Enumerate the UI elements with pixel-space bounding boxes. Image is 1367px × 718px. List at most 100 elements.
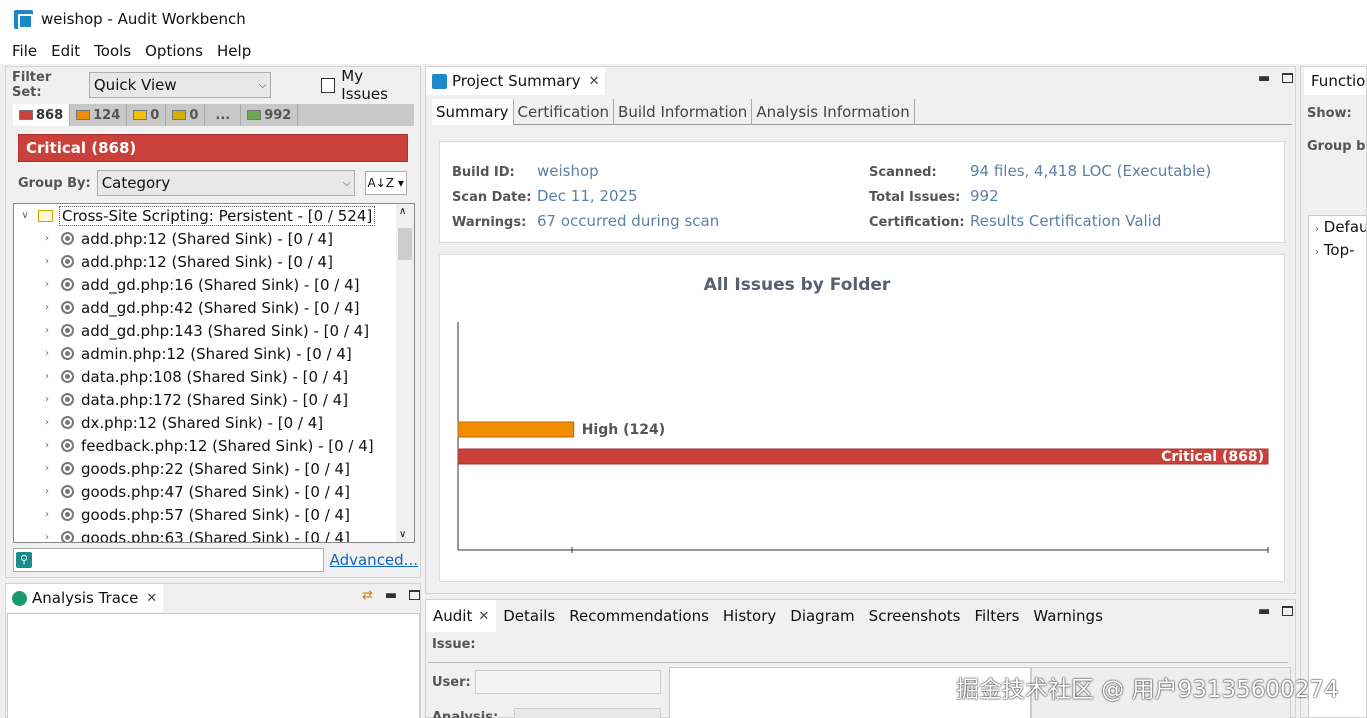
chevron-right-icon[interactable]: › (40, 302, 54, 313)
chevron-right-icon[interactable]: › (40, 256, 54, 267)
tree-issue-item[interactable]: › goods.php:63 (Shared Sink) - [0 / 4] (40, 526, 350, 543)
close-icon[interactable]: ✕ (478, 609, 489, 624)
filter-set-dropdown[interactable]: Quick View ⌵ (88, 72, 271, 98)
chevron-right-icon[interactable]: › (40, 394, 54, 405)
tree-issue-item[interactable]: › add_gd.php:143 (Shared Sink) - [0 / 4] (40, 319, 369, 342)
scan-date-value: Dec 11, 2025 (537, 187, 638, 205)
minimize-icon[interactable]: ▬ (1258, 71, 1270, 86)
tree-issue-label: goods.php:63 (Shared Sink) - [0 / 4] (81, 528, 350, 543)
tree-issue-item[interactable]: › dx.php:12 (Shared Sink) - [0 / 4] (40, 411, 323, 434)
menu-file[interactable]: File (12, 42, 37, 60)
tab-all[interactable]: 992 (241, 104, 299, 126)
chevron-right-icon[interactable]: › (40, 325, 54, 336)
functions-tree-item[interactable]: › Top- (1315, 241, 1355, 259)
functions-tree-item[interactable]: › Default (1315, 218, 1366, 236)
tree-issue-label: add_gd.php:16 (Shared Sink) - [0 / 4] (81, 275, 360, 294)
tree-scrollbar[interactable]: ∧ ∨ (396, 204, 414, 542)
tree-issue-item[interactable]: › data.php:172 (Shared Sink) - [0 / 4] (40, 388, 348, 411)
scroll-up-icon[interactable]: ∧ (399, 206, 406, 217)
tab-more[interactable]: ... (205, 104, 242, 126)
tab-warnings[interactable]: Warnings (1026, 600, 1110, 632)
tab-analysis-trace[interactable]: Analysis Trace ✕ (6, 584, 164, 612)
chevron-right-icon[interactable]: › (40, 233, 54, 244)
summary-subtabs: Summary Certification Build Information … (432, 99, 1292, 125)
close-icon[interactable]: ✕ (589, 74, 600, 89)
tree-issue-item[interactable]: › add.php:12 (Shared Sink) - [0 / 4] (40, 227, 333, 250)
tree-issue-label: add_gd.php:143 (Shared Sink) - [0 / 4] (81, 321, 370, 340)
chevron-right-icon[interactable]: › (40, 532, 54, 542)
group-by-dropdown[interactable]: Category ⌵ (96, 170, 355, 196)
search-input[interactable]: ⚲ (13, 548, 324, 572)
tab-history[interactable]: History (716, 600, 783, 632)
chevron-right-icon[interactable]: › (40, 440, 54, 451)
tree-issue-label: admin.php:12 (Shared Sink) - [0 / 4] (81, 344, 352, 363)
tree-issue-item[interactable]: › data.php:108 (Shared Sink) - [0 / 4] (40, 365, 348, 388)
warnings-value[interactable]: 67 occurred during scan (537, 212, 719, 230)
tree-issue-item[interactable]: › add_gd.php:16 (Shared Sink) - [0 / 4] (40, 273, 360, 296)
chevron-right-icon[interactable]: › (1315, 247, 1319, 258)
issue-icon (61, 531, 74, 542)
scroll-thumb[interactable] (398, 228, 412, 260)
scroll-down-icon[interactable]: ∨ (399, 529, 406, 540)
tab-diagram[interactable]: Diagram (783, 600, 861, 632)
minimize-icon[interactable]: ▬ (385, 588, 397, 603)
tab-medium-count: 0 (150, 107, 160, 123)
chevron-right-icon[interactable]: › (40, 486, 54, 497)
certification-value[interactable]: Results Certification Valid (970, 212, 1161, 230)
tab-summary[interactable]: Summary (432, 99, 514, 125)
menu-edit[interactable]: Edit (51, 42, 80, 60)
analysis-dropdown[interactable] (514, 708, 661, 718)
close-icon[interactable]: ✕ (146, 591, 157, 606)
chevron-right-icon[interactable]: › (40, 279, 54, 290)
tab-functions[interactable]: Functions (1304, 67, 1366, 95)
advanced-link[interactable]: Advanced... (330, 551, 418, 569)
tab-details[interactable]: Details (496, 600, 562, 632)
tab-recommendations[interactable]: Recommendations (562, 600, 716, 632)
tree-issue-item[interactable]: › admin.php:12 (Shared Sink) - [0 / 4] (40, 342, 352, 365)
user-field[interactable] (475, 670, 661, 694)
tree-issue-item[interactable]: › goods.php:22 (Shared Sink) - [0 / 4] (40, 457, 350, 480)
tab-analysis-information[interactable]: Analysis Information (752, 99, 915, 125)
tab-screenshots[interactable]: Screenshots (862, 600, 968, 632)
menu-options[interactable]: Options (145, 42, 203, 60)
search-row: ⚲ Advanced... (13, 547, 418, 573)
tree-issue-item[interactable]: › feedback.php:12 (Shared Sink) - [0 / 4] (40, 434, 374, 457)
tab-filters[interactable]: Filters (967, 600, 1026, 632)
chevron-right-icon[interactable]: › (40, 371, 54, 382)
chevron-right-icon[interactable]: › (40, 509, 54, 520)
all-swatch-icon (247, 110, 262, 120)
tab-certification[interactable]: Certification (514, 99, 615, 125)
tree-issue-item[interactable]: › add.php:12 (Shared Sink) - [0 / 4] (40, 250, 333, 273)
tab-medium[interactable]: 0 (127, 104, 167, 126)
tab-build-information[interactable]: Build Information (614, 99, 753, 125)
tab-critical[interactable]: 868 (13, 104, 71, 126)
sort-button[interactable]: A↓Z ▾ (364, 171, 407, 195)
tab-high[interactable]: 124 (70, 104, 128, 126)
functions-title: Functions (1311, 72, 1366, 90)
chevron-right-icon[interactable]: › (1315, 224, 1319, 235)
menu-tools[interactable]: Tools (94, 42, 131, 60)
my-issues-checkbox[interactable] (320, 77, 336, 93)
tree-issue-item[interactable]: › goods.php:47 (Shared Sink) - [0 / 4] (40, 480, 350, 503)
minimize-icon[interactable]: ▬ (1258, 604, 1270, 619)
tab-low[interactable]: 0 (166, 104, 206, 126)
tree-category[interactable]: ∨ Cross-Site Scripting: Persistent - [0 … (18, 204, 376, 227)
maximize-icon[interactable] (1282, 606, 1294, 616)
issue-icon (61, 255, 74, 268)
chevron-right-icon[interactable]: › (40, 463, 54, 474)
tree-issue-item[interactable]: › goods.php:57 (Shared Sink) - [0 / 4] (40, 503, 350, 526)
tab-audit[interactable]: Audit ✕ (426, 600, 497, 632)
maximize-icon[interactable] (1282, 73, 1294, 83)
audit-tabbar: Audit ✕ Details Recommendations History D… (426, 600, 1110, 632)
chevron-right-icon[interactable]: › (40, 417, 54, 428)
chevron-down-icon[interactable]: ∨ (18, 210, 32, 221)
tree-issue-item[interactable]: › add_gd.php:42 (Shared Sink) - [0 / 4] (40, 296, 360, 319)
tab-project-summary[interactable]: Project Summary ✕ (426, 67, 606, 95)
link-icon[interactable]: ⇄ (362, 588, 373, 603)
tree-issue-label: add.php:12 (Shared Sink) - [0 / 4] (81, 252, 333, 271)
maximize-icon[interactable] (409, 590, 421, 600)
chevron-right-icon[interactable]: › (40, 348, 54, 359)
folder-icon (38, 209, 53, 222)
show-label: Show: (1307, 106, 1352, 121)
menu-help[interactable]: Help (217, 42, 251, 60)
